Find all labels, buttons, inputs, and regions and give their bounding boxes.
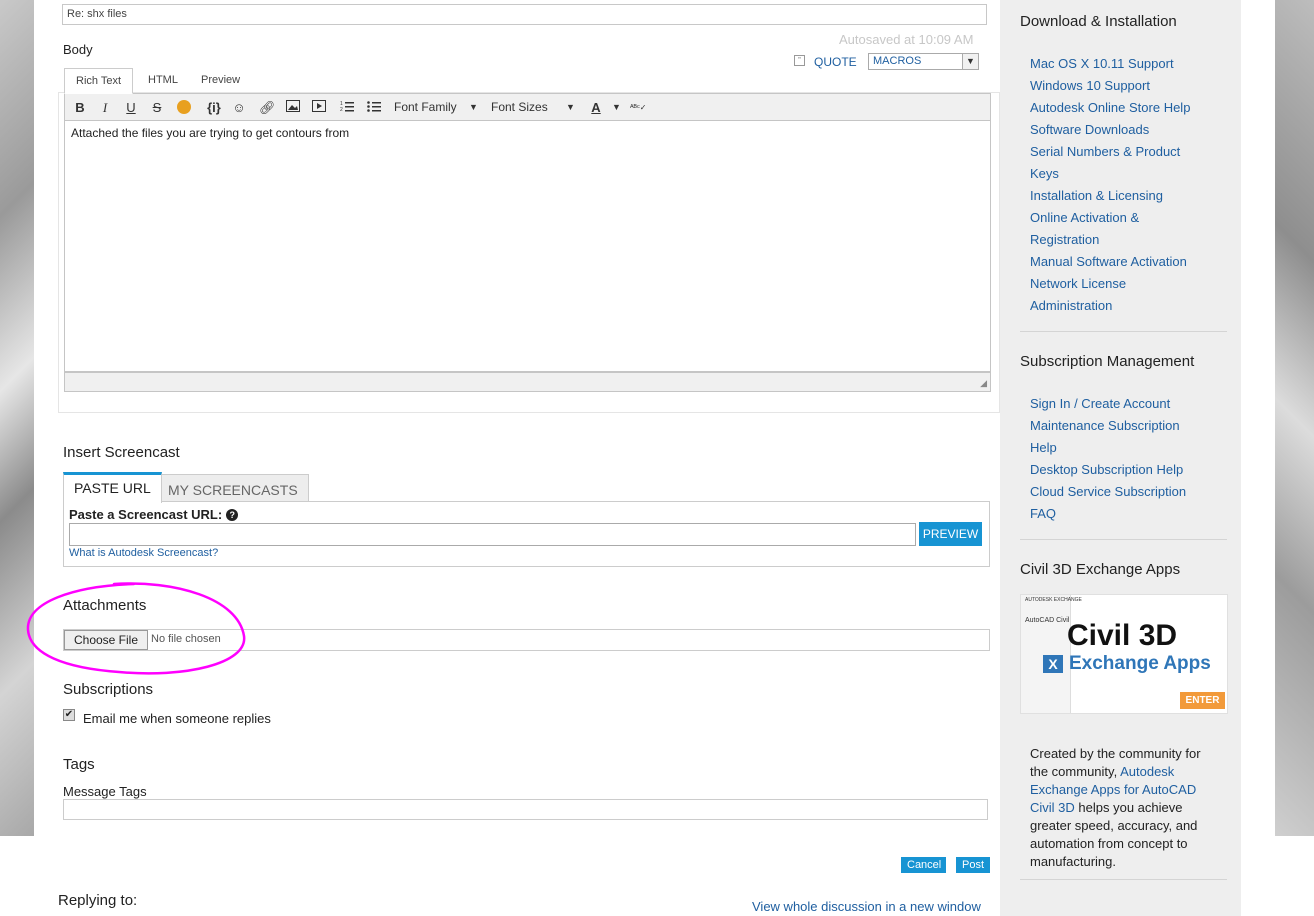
subscriptions-title: Subscriptions (63, 681, 154, 698)
highlight-annotation (26, 582, 246, 675)
chevron-down-icon[interactable]: ▼ (612, 98, 621, 117)
sidebar-divider (1020, 879, 1227, 880)
tab-preview[interactable]: Preview (190, 68, 251, 93)
sidebar-divider (1020, 539, 1227, 540)
link-windows-10-support[interactable]: Windows 10 Support (1030, 75, 1215, 97)
editor-status-bar: ◢ (64, 372, 991, 392)
exchange-apps-description: Created by the community for the communi… (1030, 745, 1220, 871)
link-installation-licensing[interactable]: Installation & Licensing (1030, 185, 1215, 207)
email-replies-label: Email me when someone replies (83, 711, 271, 726)
link-mac-os-support[interactable]: Mac OS X 10.11 Support (1030, 53, 1215, 75)
email-replies-checkbox[interactable]: ✔ (63, 709, 75, 721)
chevron-down-icon[interactable]: ▼ (566, 98, 575, 117)
insert-screencast-title: Insert Screencast (63, 444, 180, 461)
message-tags-input[interactable] (63, 799, 988, 820)
link-network-license-cont[interactable]: Administration (1030, 295, 1215, 317)
body-editor[interactable]: Attached the files you are trying to get… (64, 121, 991, 372)
emoticon-icon[interactable] (176, 98, 192, 117)
exchange-apps-title: Civil 3D Exchange Apps (1020, 561, 1181, 578)
tab-html[interactable]: HTML (137, 68, 189, 93)
macros-select[interactable]: MACROS ▼ (868, 53, 979, 70)
subscription-management-title: Subscription Management (1020, 353, 1195, 370)
cancel-button[interactable]: Cancel (901, 857, 946, 873)
description-text: Created by the community for the communi… (1030, 746, 1201, 779)
exchange-x-icon: X (1043, 655, 1063, 673)
italic-icon[interactable]: I (98, 98, 112, 117)
banner-title: Civil 3D (1067, 619, 1178, 652)
video-icon[interactable] (311, 98, 327, 117)
bold-icon[interactable]: B (73, 98, 87, 117)
quote-icon[interactable]: " (794, 55, 805, 66)
replying-to-label: Replying to: (58, 892, 138, 909)
tab-my-screencasts[interactable]: MY SCREENCASTS (157, 474, 309, 502)
banner-crumb-text: AutoCAD Civil (1025, 617, 1070, 624)
link-cloud-service[interactable]: Cloud Service Subscription (1030, 481, 1215, 503)
download-links: Mac OS X 10.11 Support Windows 10 Suppor… (1030, 53, 1215, 317)
chevron-down-icon[interactable]: ▼ (469, 98, 478, 117)
preview-button[interactable]: PREVIEW (919, 522, 982, 546)
strikethrough-icon[interactable]: S (150, 98, 164, 117)
spellcheck-icon[interactable]: ᴬᴮᶜ✓ (630, 98, 646, 117)
numbered-list-icon[interactable]: 12 (339, 98, 355, 117)
banner-subtitle: Exchange Apps (1069, 653, 1211, 674)
what-is-screencast-link[interactable]: What is Autodesk Screencast? (69, 547, 218, 559)
font-family-select[interactable]: Font Family (394, 98, 457, 117)
download-installation-title: Download & Installation (1020, 13, 1177, 30)
code-icon[interactable]: {i} (202, 98, 226, 117)
link-maintenance-subscription[interactable]: Maintenance Subscription (1030, 415, 1215, 437)
image-icon[interactable] (285, 98, 301, 117)
screencast-url-input[interactable] (69, 523, 916, 546)
link-serial-numbers[interactable]: Serial Numbers & Product (1030, 141, 1215, 163)
font-sizes-select[interactable]: Font Sizes (491, 98, 548, 117)
link-serial-numbers-cont[interactable]: Keys (1030, 163, 1215, 185)
sidebar-divider (1020, 331, 1227, 332)
exchange-apps-banner[interactable]: AUTODESK EXCHANGE AutoCAD Civil Civil 3D… (1020, 594, 1228, 714)
view-whole-discussion-link[interactable]: View whole discussion in a new window (752, 899, 981, 914)
link-desktop-subscription[interactable]: Desktop Subscription Help (1030, 459, 1215, 481)
screencast-url-label-text: Paste a Screencast URL: (69, 507, 223, 522)
subject-input[interactable]: Re: shx files (62, 4, 987, 25)
autosaved-status: Autosaved at 10:09 AM (839, 32, 974, 47)
macros-value: MACROS (873, 55, 922, 67)
editor-toolbar: B I U S {i} ☺ 🔗︎ 12 Font Family ▼ Font S… (64, 93, 991, 121)
message-tags-label: Message Tags (63, 784, 147, 799)
link-icon[interactable]: 🔗︎ (259, 98, 276, 117)
link-network-license[interactable]: Network License (1030, 273, 1215, 295)
link-manual-activation[interactable]: Manual Software Activation (1030, 251, 1215, 273)
tab-paste-url[interactable]: PASTE URL (63, 472, 162, 503)
tab-rich-text[interactable]: Rich Text (64, 68, 134, 94)
post-button[interactable]: Post (956, 857, 990, 873)
link-online-store-help[interactable]: Autodesk Online Store Help (1030, 97, 1215, 119)
chevron-down-icon: ▼ (962, 54, 978, 69)
subscription-links: Sign In / Create Account Maintenance Sub… (1030, 393, 1215, 525)
link-software-downloads[interactable]: Software Downloads (1030, 119, 1215, 141)
quote-button[interactable]: QUOTE (814, 55, 857, 69)
background-right (1275, 0, 1314, 836)
underline-icon[interactable]: U (124, 98, 138, 117)
background-left (0, 0, 34, 836)
tags-title: Tags (63, 756, 95, 773)
bullet-list-icon[interactable] (366, 98, 382, 117)
text-color-icon[interactable]: A (588, 98, 604, 117)
resize-grip-icon[interactable]: ◢ (980, 378, 987, 389)
link-online-activation-cont[interactable]: Registration (1030, 229, 1215, 251)
help-icon[interactable]: ? (226, 509, 239, 521)
screencast-url-label: Paste a Screencast URL:? (69, 507, 239, 522)
link-faq[interactable]: FAQ (1030, 503, 1215, 525)
body-label: Body (63, 42, 93, 57)
smiley-icon[interactable]: ☺ (231, 98, 247, 117)
link-online-activation[interactable]: Online Activation & (1030, 207, 1215, 229)
enter-button[interactable]: ENTER (1180, 692, 1225, 709)
link-maintenance-subscription-cont[interactable]: Help (1030, 437, 1215, 459)
banner-header-text: AUTODESK EXCHANGE (1025, 597, 1082, 603)
link-sign-in[interactable]: Sign In / Create Account (1030, 393, 1215, 415)
svg-text:2: 2 (340, 107, 343, 112)
